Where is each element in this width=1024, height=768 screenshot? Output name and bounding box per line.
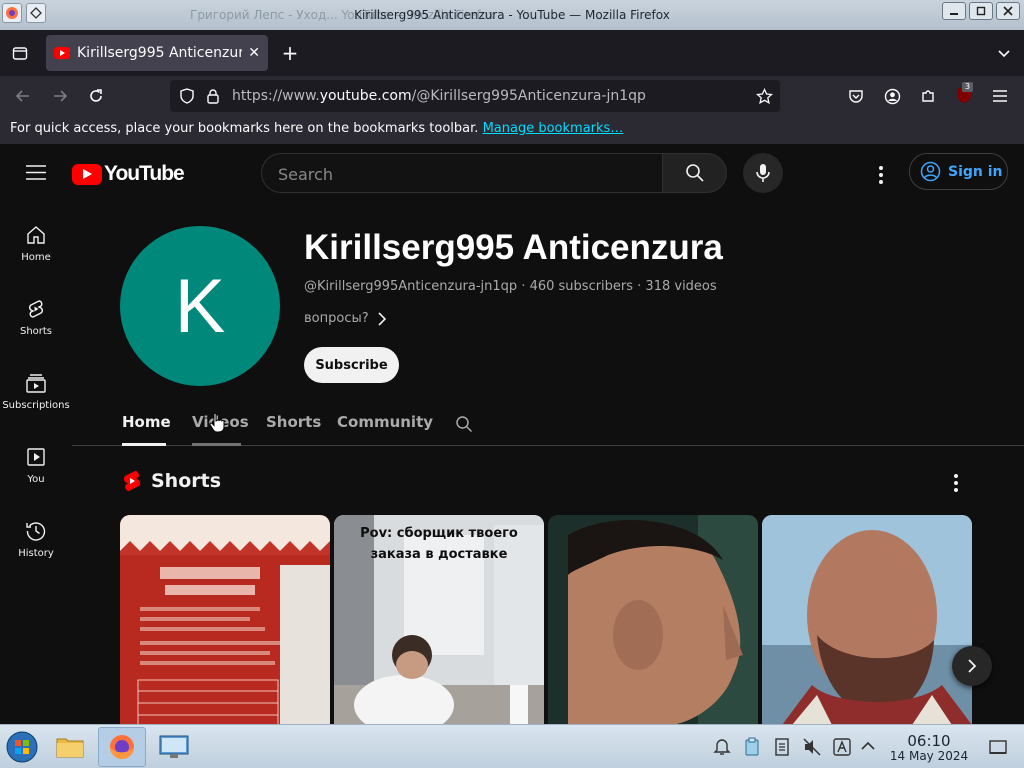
channel-name: Kirillserg995 Anticenzura [304,228,723,267]
shorts-logo-icon [123,471,141,491]
subscriptions-icon [26,374,46,393]
file-manager-folder-icon[interactable] [54,731,86,763]
hover-tab-indicator [192,443,241,446]
extensions-puzzle-icon[interactable] [918,86,938,106]
forward-arrow-icon[interactable] [49,86,71,106]
short-thumbnail-2[interactable]: Pov: сборщик твоего заказа в доставке [334,515,544,724]
shorts-next-button[interactable] [952,646,992,686]
pocket-icon[interactable] [846,86,866,106]
home-icon [27,226,45,244]
short-thumbnail-1[interactable] [120,515,330,724]
notes-icon[interactable] [772,737,792,757]
microphone-icon [756,164,770,182]
tracking-shield-icon[interactable] [178,87,196,105]
search-button[interactable] [662,153,727,193]
guide-item-you[interactable]: You [0,446,72,485]
channel-meta: @Kirillserg995Anticenzura-jn1qp · 460 su… [304,279,717,294]
guide-item-home[interactable]: Home [0,224,72,263]
ublock-extension-icon[interactable]: 3 [953,82,975,106]
youtube-logo[interactable]: YouTube [72,162,185,186]
search-icon [685,164,704,182]
show-desktop-icon[interactable] [988,737,1008,757]
alarm-bell-icon[interactable] [712,737,732,757]
youtube-play-icon [72,163,102,185]
guide-item-history[interactable]: History [0,520,72,559]
tab-shorts[interactable]: Shorts [266,413,321,431]
url-bar[interactable]: https://www.youtube.com/@Kirillserg995An… [170,80,780,112]
voice-search-button[interactable] [743,153,783,193]
tab-home[interactable]: Home [122,413,171,431]
you-icon [27,448,45,466]
keyboard-layout-icon[interactable] [832,737,852,757]
hand-cursor-icon [209,412,225,433]
shorts-shelf-more-icon[interactable] [954,474,958,492]
reload-icon[interactable] [85,86,107,106]
shorts-heading: Shorts [122,470,221,492]
firefox-view-icon[interactable] [10,43,30,63]
tab-title: Kirillserg995 Anticenzura - YouTube [77,45,242,61]
youtube-wordmark: YouTube [104,162,185,185]
guide-item-shorts[interactable]: Shorts [0,298,72,337]
user-circle-icon [920,161,941,182]
browser-tab-active[interactable]: Kirillserg995 Anticenzura - YouTube ✕ [46,35,268,71]
short-thumbnail-4[interactable] [762,515,972,724]
settings-more-icon[interactable] [879,166,883,184]
hamburger-menu-icon[interactable] [990,86,1010,106]
bookmarks-toolbar: For quick access, place your bookmarks h… [0,116,1024,144]
close-button[interactable] [996,2,1020,20]
list-tabs-chevron-down-icon[interactable] [994,43,1014,63]
tray-expand-chevron-up-icon[interactable] [860,739,876,753]
clipboard-icon[interactable] [742,737,762,757]
bookmarks-message: For quick access, place your bookmarks h… [10,121,479,136]
taskbar: 06:10 14 May 2024 [0,724,1024,768]
youtube-page: YouTube Search Sign in Home Shorts Subsc… [0,144,1024,724]
youtube-favicon-icon [54,47,70,59]
chevron-right-icon [378,311,386,326]
guide-item-subscriptions[interactable]: Subscriptions [0,372,72,411]
clock-date: 14 May 2024 [889,749,969,763]
sign-in-button[interactable]: Sign in [909,153,1008,190]
volume-muted-icon[interactable] [802,737,822,757]
channel-description[interactable]: вопросы? [304,311,387,326]
search-input[interactable]: Search [261,153,663,193]
search-placeholder: Search [278,165,333,184]
maximize-button[interactable] [969,2,993,20]
manage-bookmarks-link[interactable]: Manage bookmarks… [483,121,624,136]
window-title: Kirillserg995 Anticenzura - YouTube — Mo… [354,8,670,22]
guide-menu-icon[interactable] [26,163,46,181]
window-titlebar: Григорий Лепс - Уход... YouTube — Mozill… [0,0,1024,30]
history-icon [26,522,46,541]
channel-avatar: K [120,226,280,386]
remote-desktop-icon[interactable] [156,731,192,763]
browser-navbar: https://www.youtube.com/@Kirillserg995An… [0,76,1024,116]
clock-time: 06:10 [907,732,951,750]
short-thumbnail-3[interactable] [548,515,758,724]
chevron-right-icon [968,659,977,673]
extension-badge: 3 [962,82,974,92]
taskbar-clock[interactable]: 06:10 14 May 2024 [884,733,974,763]
firefox-taskbar-button[interactable] [98,727,146,767]
browser-tab-strip: Kirillserg995 Anticenzura - YouTube ✕ + [0,30,1024,76]
shorts-icon [29,300,43,318]
tab-close-icon[interactable]: ✕ [248,45,260,61]
subscribe-button[interactable]: Subscribe [304,347,399,383]
active-tab-indicator [122,443,166,446]
channel-search-icon[interactable] [454,414,474,434]
url-text[interactable]: https://www.youtube.com/@Kirillserg995An… [232,88,646,104]
new-tab-icon[interactable]: + [280,41,300,65]
back-arrow-icon[interactable] [12,86,34,106]
short-overlay-text: Pov: сборщик твоего заказа в доставке [360,526,518,562]
youtube-masthead: YouTube Search Sign in [0,144,1024,200]
tab-community[interactable]: Community [337,413,433,431]
lock-icon[interactable] [204,87,222,105]
account-icon[interactable] [882,86,902,106]
start-menu-icon[interactable] [5,730,39,764]
bookmark-star-icon[interactable] [754,87,774,105]
minimize-button[interactable] [942,2,966,20]
